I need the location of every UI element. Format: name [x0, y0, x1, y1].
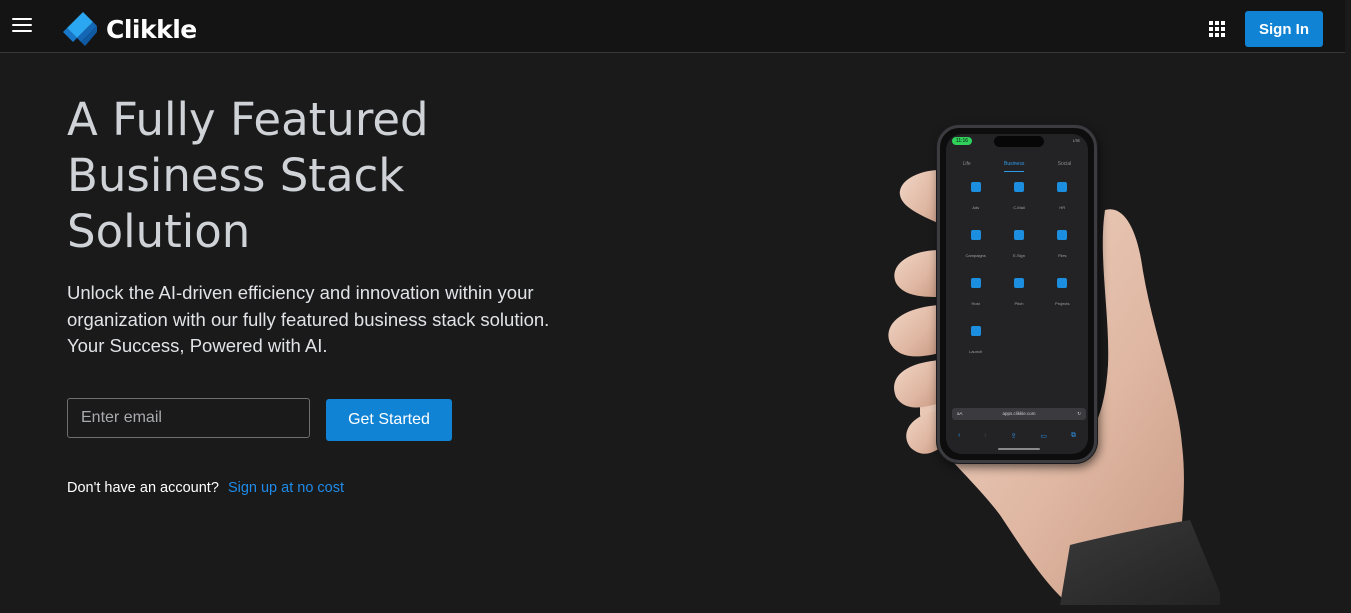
app-tile: Projects — [1041, 278, 1084, 310]
app-label: Files — [1058, 253, 1067, 258]
get-started-button[interactable]: Get Started — [326, 399, 452, 441]
hr-icon — [1057, 182, 1068, 192]
app-tile: E-Sign — [997, 230, 1040, 262]
phone-browser-toolbar: ‹ › ⇪ ▭ ⧉ — [946, 432, 1088, 440]
sign-in-button[interactable]: Sign In — [1245, 11, 1323, 47]
bookmarks-icon: ▭ — [1040, 433, 1048, 440]
apps-grid-icon[interactable] — [1209, 21, 1225, 37]
share-icon: ⇪ — [1010, 433, 1017, 440]
phone-tabs: Life Business Social — [946, 161, 1088, 172]
status-time: 11:16 — [952, 137, 972, 145]
app-label: Campaigns — [965, 253, 986, 258]
mail-icon — [1013, 182, 1024, 192]
brand-name: Clikkle — [106, 14, 197, 44]
app-label: Launch — [969, 349, 983, 354]
hero-subtitle-line: Unlock the AI-driven efficiency and inno… — [67, 282, 534, 303]
home-indicator — [998, 448, 1040, 450]
app-tile: Campaigns — [954, 230, 997, 262]
scrollbar[interactable] — [1345, 0, 1351, 613]
email-input[interactable] — [67, 398, 310, 438]
hero-title: A Fully Featured Business Stack Solution — [67, 92, 547, 260]
app-tile: C-Mail — [997, 182, 1040, 214]
phone-app-grid: Ads C-Mail HR Campaigns E-Sign Files Hos… — [954, 182, 1084, 358]
hero-title-line: Solution — [67, 205, 251, 258]
brand-logo[interactable]: Clikkle — [63, 12, 197, 46]
app-tile: Files — [1041, 230, 1084, 262]
app-tile: Launch — [954, 326, 997, 358]
phone-tab: Social — [1057, 161, 1072, 167]
forward-icon: › — [984, 432, 987, 439]
app-tile: Ads — [954, 182, 997, 214]
host-icon — [970, 278, 981, 288]
ads-icon — [970, 182, 981, 192]
app-tile: HR — [1041, 182, 1084, 214]
app-label: Projects — [1055, 301, 1070, 306]
esign-icon — [1013, 230, 1024, 240]
campaigns-icon — [970, 230, 981, 240]
hero-phone-illustration: 11:16 LTE Life Business Social Ads C-Mai… — [860, 115, 1220, 605]
projects-icon — [1057, 278, 1068, 288]
app-tile: Pitch — [997, 278, 1040, 310]
smartphone: 11:16 LTE Life Business Social Ads C-Mai… — [937, 125, 1097, 463]
phone-tab-active: Business — [1004, 161, 1025, 172]
app-label: Ads — [972, 205, 980, 210]
app-label: Pitch — [1014, 301, 1024, 306]
app-label: HR — [1059, 205, 1066, 210]
phone-url: apps.clikkle.com — [1002, 411, 1036, 416]
hero-subtitle-line: organization with our fully featured bus… — [67, 308, 550, 330]
status-signal: LTE — [1072, 138, 1080, 143]
pitch-icon — [1013, 278, 1024, 288]
app-label: Host — [971, 301, 980, 306]
signup-prompt-text: Don't have an account? — [67, 480, 219, 496]
hero-title-line: A Fully Featured — [67, 93, 429, 146]
files-icon — [1057, 230, 1068, 240]
launch-icon — [970, 326, 981, 336]
top-nav-bar: Clikkle Sign In — [0, 0, 1351, 53]
app-label: E-Sign — [1012, 253, 1025, 258]
signup-prompt-row: Don't have an account? Sign up at no cos… — [67, 480, 344, 496]
hamburger-menu-icon[interactable] — [12, 18, 34, 34]
clikkle-logo-icon — [63, 12, 97, 46]
back-icon: ‹ — [957, 432, 961, 439]
hero-title-line: Business Stack — [67, 149, 405, 202]
hero-subtitle: Unlock the AI-driven efficiency and inno… — [67, 280, 587, 360]
app-tile: Host — [954, 278, 997, 310]
phone-tab: Life — [962, 161, 971, 167]
reload-icon: ↻ — [1077, 411, 1081, 416]
phone-screen: 11:16 LTE Life Business Social Ads C-Mai… — [946, 134, 1088, 454]
signup-link[interactable]: Sign up at no cost — [228, 480, 344, 496]
hero-subtitle-line: Your Success, Powered with AI. — [67, 335, 328, 356]
tabs-icon: ⧉ — [1070, 432, 1076, 439]
app-label: C-Mail — [1013, 205, 1025, 210]
phone-address-bar: aA apps.clikkle.com ↻ — [952, 408, 1086, 420]
phone-notch — [994, 136, 1044, 147]
